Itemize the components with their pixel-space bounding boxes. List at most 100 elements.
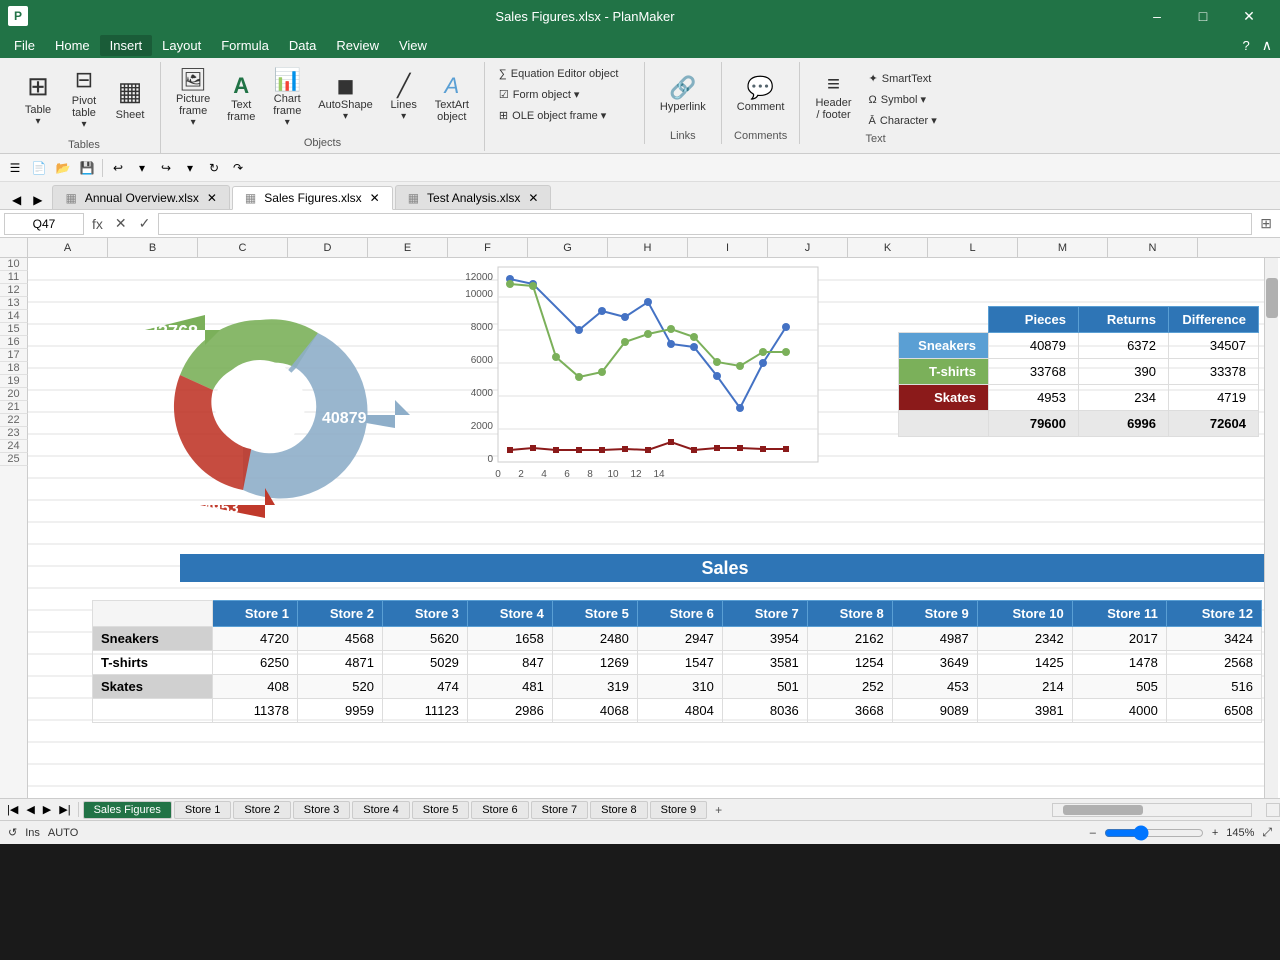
menu-formula[interactable]: Formula	[211, 35, 279, 56]
toolbar-save-btn[interactable]: 💾	[76, 157, 98, 179]
formula-cancel[interactable]: ✕	[111, 213, 131, 234]
tab-test[interactable]: ▦ Test Analysis.xlsx ✕	[395, 185, 552, 209]
text-frame-button[interactable]: A Textframe	[219, 68, 263, 128]
sheet-tab-store7[interactable]: Store 7	[531, 801, 588, 819]
sheet-tab-store4[interactable]: Store 4	[352, 801, 409, 819]
maximize-button[interactable]: □	[1180, 0, 1226, 32]
col-i[interactable]: I	[688, 238, 768, 257]
menu-home[interactable]: Home	[45, 35, 100, 56]
minimize-button[interactable]: –	[1134, 0, 1180, 32]
sheet-first[interactable]: |◀	[4, 802, 21, 817]
tab-next[interactable]: ▶	[29, 191, 46, 209]
toolbar-open-btn[interactable]: 📂	[52, 157, 74, 179]
close-button[interactable]: ✕	[1226, 0, 1272, 32]
hscroll-thumb[interactable]	[1063, 805, 1143, 815]
toolbar-new-btn[interactable]: 📄	[28, 157, 50, 179]
tab-sales[interactable]: ▦ Sales Figures.xlsx ✕	[232, 186, 393, 210]
status-mode-icon[interactable]: ↺	[8, 826, 17, 839]
col-m[interactable]: M	[1018, 238, 1108, 257]
col-f[interactable]: F	[448, 238, 528, 257]
toolbar-arrow-btn[interactable]: ↷	[227, 157, 249, 179]
help-button[interactable]: ?	[1235, 35, 1258, 56]
toolbar-refresh-btn[interactable]: ↻	[203, 157, 225, 179]
sheet-prev[interactable]: ◀	[23, 802, 37, 817]
toolbar-redo-btn[interactable]: ↪	[155, 157, 177, 179]
sheet-tab-store2[interactable]: Store 2	[233, 801, 290, 819]
col-j[interactable]: J	[768, 238, 848, 257]
menu-data[interactable]: Data	[279, 35, 326, 56]
chart-frame-button[interactable]: 📊 Chartframe ▾	[265, 62, 309, 133]
picture-frame-button[interactable]: 🖼 Pictureframe ▾	[169, 62, 217, 133]
lines-button[interactable]: ╱ Lines ▾	[382, 68, 426, 128]
col-k[interactable]: K	[848, 238, 928, 257]
toolbar-undo-dropdown[interactable]: ▾	[131, 157, 153, 179]
hyperlink-button[interactable]: 🔗 Hyperlink	[653, 64, 713, 124]
comment-button[interactable]: 💬 Comment	[730, 64, 792, 124]
ribbon-collapse[interactable]: ∧	[1258, 37, 1276, 54]
col-g[interactable]: G	[528, 238, 608, 257]
sheet-tab-store6[interactable]: Store 6	[471, 801, 528, 819]
col-l[interactable]: L	[928, 238, 1018, 257]
lines-label: Lines	[391, 99, 417, 111]
toolbar-redo-dropdown[interactable]: ▾	[179, 157, 201, 179]
sales-tab-close[interactable]: ✕	[370, 191, 380, 205]
sheet-button[interactable]: ▦ Sheet	[108, 69, 152, 129]
col-h[interactable]: H	[608, 238, 688, 257]
horizontal-scrollbar[interactable]	[1052, 803, 1252, 817]
expand-icon[interactable]: ⤢	[1262, 825, 1272, 840]
form-object-button[interactable]: ☑ Form object ▾	[493, 86, 624, 103]
col-a[interactable]: A	[28, 238, 108, 257]
col-c[interactable]: C	[198, 238, 288, 257]
sheet-tab-store1[interactable]: Store 1	[174, 801, 231, 819]
line-chart: 0 2000 4000 6000 8000 10000 12000 0 2 4 …	[458, 262, 838, 512]
menu-review[interactable]: Review	[326, 35, 389, 56]
test-tab-close[interactable]: ✕	[528, 191, 538, 205]
sheet-tab-store9[interactable]: Store 9	[650, 801, 707, 819]
sheet-tab-store3[interactable]: Store 3	[293, 801, 350, 819]
menu-file[interactable]: File	[4, 35, 45, 56]
cell-reference[interactable]	[4, 213, 84, 235]
col-b[interactable]: B	[108, 238, 198, 257]
formula-input[interactable]	[158, 213, 1252, 235]
pivot-table-button[interactable]: ⊟ Pivottable ▾	[62, 62, 106, 135]
textart-button[interactable]: A TextArtobject	[428, 68, 476, 128]
equation-editor-button[interactable]: ∑ Equation Editor object	[493, 66, 624, 82]
smarttext-button[interactable]: ✦ SmartText	[863, 70, 943, 87]
col-d[interactable]: D	[288, 238, 368, 257]
svg-text:33768: 33768	[148, 322, 198, 342]
formula-confirm[interactable]: ✓	[135, 213, 155, 234]
sheet-tab-store8[interactable]: Store 8	[590, 801, 647, 819]
character-button[interactable]: Ā Character ▾	[863, 112, 943, 129]
sheet-tab-store5[interactable]: Store 5	[412, 801, 469, 819]
autoshape-button[interactable]: ◼ AutoShape ▾	[311, 68, 379, 128]
table-button[interactable]: ⊞ Table ▾	[16, 66, 60, 132]
header-footer-button[interactable]: ≡ Header/ footer	[808, 66, 858, 126]
col-n[interactable]: N	[1108, 238, 1198, 257]
menu-insert[interactable]: Insert	[100, 35, 153, 56]
toolbar-list-btn[interactable]: ☰	[4, 157, 26, 179]
ole-icon: ⊞	[499, 109, 508, 122]
fx-icon[interactable]: fx	[88, 214, 107, 234]
col-e[interactable]: E	[368, 238, 448, 257]
ole-object-button[interactable]: ⊞ OLE object frame ▾	[493, 107, 624, 124]
zoom-minus[interactable]: –	[1090, 827, 1096, 839]
tab-prev[interactable]: ◀	[8, 191, 25, 209]
add-sheet-button[interactable]: +	[709, 801, 728, 819]
formula-expand[interactable]: ⊞	[1256, 215, 1276, 232]
vscroll-thumb[interactable]	[1266, 278, 1278, 318]
zoom-slider[interactable]	[1104, 825, 1204, 841]
sheet-tab-sales-figures[interactable]: Sales Figures	[83, 801, 172, 819]
sheet-next[interactable]: ▶	[40, 802, 54, 817]
equation-icon: ∑	[499, 68, 507, 80]
menu-layout[interactable]: Layout	[152, 35, 211, 56]
sheet-last[interactable]: ▶|	[56, 802, 73, 817]
symbol-button[interactable]: Ω Symbol ▾	[863, 91, 943, 108]
vertical-scrollbar[interactable]	[1264, 258, 1278, 798]
menu-view[interactable]: View	[389, 35, 437, 56]
character-label: Character ▾	[880, 114, 937, 127]
tab-annual[interactable]: ▦ Annual Overview.xlsx ✕	[52, 185, 229, 209]
sneakers-label: Sneakers	[899, 333, 989, 359]
annual-tab-close[interactable]: ✕	[207, 191, 217, 205]
toolbar-undo-btn[interactable]: ↩	[107, 157, 129, 179]
zoom-plus[interactable]: +	[1212, 827, 1218, 839]
